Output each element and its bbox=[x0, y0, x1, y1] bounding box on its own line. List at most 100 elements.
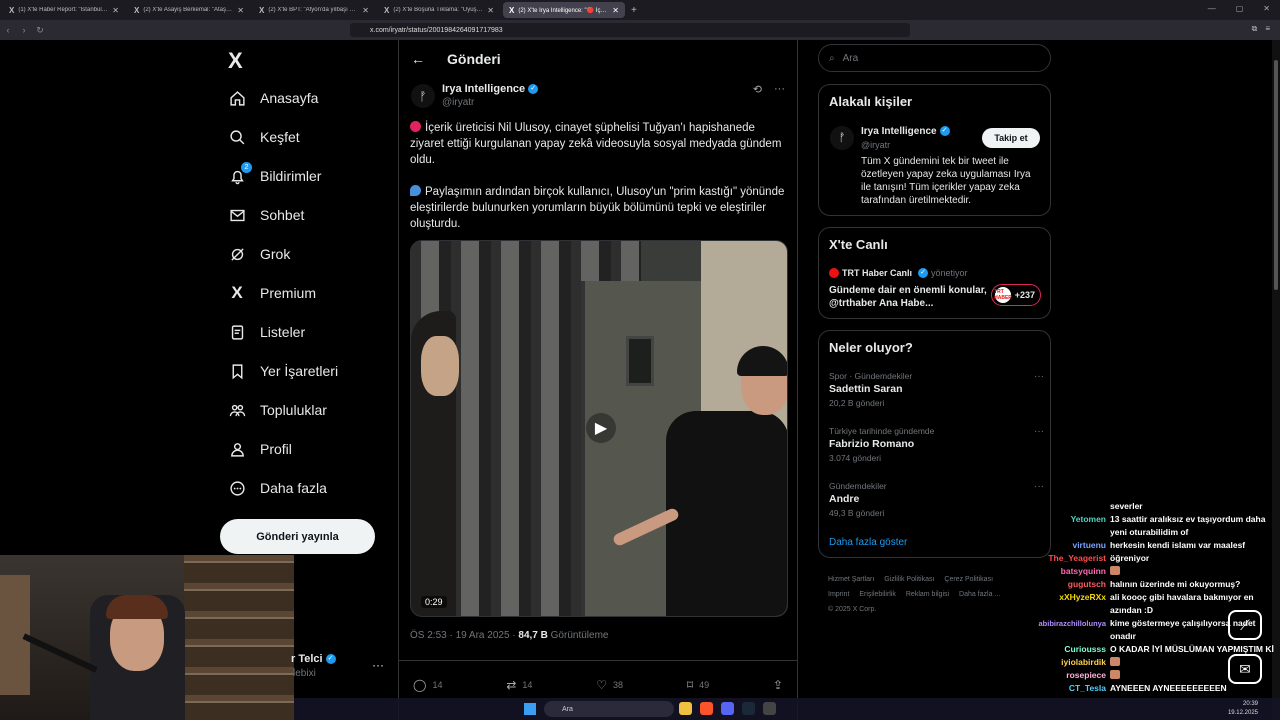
scrollbar-thumb[interactable] bbox=[1274, 60, 1278, 290]
profile-icon bbox=[228, 440, 246, 458]
account-name[interactable]: r Telci ✓ bbox=[291, 653, 336, 665]
related-bio: Tüm X gündemini tek bir tweet ile özetle… bbox=[861, 156, 1031, 206]
play-icon[interactable]: ▶ bbox=[586, 413, 616, 443]
chat-emote-icon bbox=[1110, 670, 1120, 679]
taskbar-search[interactable]: Ara bbox=[544, 701, 674, 717]
author-name[interactable]: Irya Intelligence ✓ bbox=[442, 83, 539, 95]
footer-link[interactable]: Çerez Politikası bbox=[944, 576, 993, 583]
close-icon[interactable]: ✕ bbox=[487, 6, 494, 15]
more-options-icon[interactable]: ··· bbox=[1034, 426, 1044, 437]
post-button[interactable]: Gönderi yayınla bbox=[220, 519, 375, 554]
taskbar-apps bbox=[679, 702, 776, 715]
more-options-icon[interactable]: ··· bbox=[1034, 371, 1044, 382]
chat-message: virtuenu herkesin kendi islamı var maales… bbox=[1072, 540, 1246, 550]
back-arrow-icon[interactable]: ← bbox=[411, 51, 425, 67]
show-more-link[interactable]: Daha fazla göster bbox=[829, 537, 907, 548]
search-input[interactable]: ⌕ Ara bbox=[818, 44, 1051, 72]
browser-tab[interactable]: X(2) X'te Boşuna Tıklama: "Uyuşturucu...… bbox=[378, 2, 500, 18]
more-options-icon[interactable]: ··· bbox=[1034, 481, 1044, 492]
list-icon bbox=[228, 323, 246, 341]
reload-icon[interactable]: ↻ bbox=[32, 25, 48, 36]
live-description[interactable]: Gündeme dair en önemli konular, @trthabe… bbox=[829, 284, 989, 310]
reply-button[interactable]: ◯ 14 bbox=[413, 678, 442, 692]
file-explorer-icon[interactable] bbox=[679, 702, 692, 715]
close-icon[interactable]: ✕ bbox=[362, 6, 369, 15]
trend-item[interactable]: Türkiye tarihinde gündemde Fabrizio Roma… bbox=[829, 426, 1044, 463]
browser-tab[interactable]: X(1) X'te Haber Report: "İstanbul Başa..… bbox=[3, 2, 125, 18]
footer-link[interactable]: Hizmet Şartları bbox=[828, 576, 874, 583]
discord-icon[interactable] bbox=[721, 702, 734, 715]
bookmark-button[interactable]: ⌑ 49 bbox=[687, 678, 709, 692]
nav-item-premium[interactable]: X Premium bbox=[228, 275, 316, 311]
nav-item-lists[interactable]: Listeler bbox=[228, 314, 305, 350]
author-avatar[interactable]: ᚡ bbox=[411, 84, 435, 108]
video-door-window bbox=[626, 336, 654, 386]
trend-item[interactable]: Spor · Gündemdekiler Sadettin Saran 20,2… bbox=[829, 371, 1044, 408]
menu-icon[interactable]: ≡ bbox=[1265, 24, 1270, 34]
nav-label: Anasayfa bbox=[260, 90, 319, 106]
nav-item-notifications[interactable]: 2 Bildirimler bbox=[228, 158, 321, 194]
nav-item-messages[interactable]: Sohbet bbox=[228, 197, 304, 233]
close-window-icon[interactable]: ✕ bbox=[1263, 4, 1270, 13]
related-avatar[interactable]: ᚡ bbox=[830, 126, 854, 150]
close-icon[interactable]: ✕ bbox=[237, 6, 244, 15]
close-icon[interactable]: ✕ bbox=[612, 6, 619, 15]
live-host[interactable]: TRT Haber Canlı ✓ yönetiyor bbox=[829, 268, 968, 278]
os-taskbar: Ara 20:39 19.12.2025 bbox=[294, 698, 1280, 720]
nav-item-communities[interactable]: Topluluklar bbox=[228, 392, 327, 428]
post-header: ← Gönderi bbox=[399, 40, 797, 78]
footer-link[interactable]: Erişilebilirlik bbox=[859, 591, 896, 598]
footer-link[interactable]: Reklam bilgisi bbox=[906, 591, 949, 598]
nav-label: Sohbet bbox=[260, 207, 305, 223]
account-more-icon[interactable]: ··· bbox=[372, 658, 384, 672]
extensions-icon[interactable]: ⧉ bbox=[1252, 24, 1258, 34]
nav-item-bookmarks[interactable]: Yer İşaretleri bbox=[228, 353, 338, 389]
x-favicon-icon: X bbox=[384, 5, 390, 15]
obs-icon[interactable] bbox=[763, 702, 776, 715]
x-logo-icon[interactable]: X bbox=[228, 48, 243, 74]
chat-message: Yetomen 13 saattir aralıksız ev taşıyordu… bbox=[1070, 514, 1266, 537]
browser-tab[interactable]: X(2) X'te Asayiş Berkemal: "Ataşehir'd..… bbox=[128, 2, 250, 18]
footer-link[interactable]: Gizlilik Politikası bbox=[884, 576, 934, 583]
webcam-bookshelf bbox=[184, 555, 294, 720]
brave-browser-icon[interactable] bbox=[700, 702, 713, 715]
browser-tab-active[interactable]: X (2) X'te Irya Intelligence: "🔴 İçe... ✕ bbox=[503, 2, 625, 18]
follow-button[interactable]: Takip et bbox=[982, 128, 1040, 148]
trend-item[interactable]: Gündemdekiler Andre 49,3 B gönderi ··· bbox=[829, 481, 1044, 518]
share-button[interactable]: ⇪ bbox=[773, 678, 783, 692]
more-options-icon[interactable]: ··· bbox=[774, 83, 785, 96]
related-name[interactable]: Irya Intelligence ✓ bbox=[861, 126, 950, 137]
windows-start-icon[interactable] bbox=[524, 703, 536, 715]
grok-float-icon[interactable]: ⟋ bbox=[1228, 610, 1262, 640]
browser-toolbar: ‹ › ↻ x.com/iryatr/status/20019842640917… bbox=[0, 20, 1280, 40]
steam-icon[interactable] bbox=[742, 702, 755, 715]
author-handle[interactable]: @iryatr bbox=[442, 97, 474, 108]
post-video[interactable]: ▶ 0:29 bbox=[410, 240, 788, 617]
nav-label: Yer İşaretleri bbox=[260, 363, 339, 379]
browser-tab[interactable]: X(2) X'te BPT: "Afyon'da yılbaşı gecesi.… bbox=[253, 2, 375, 18]
verified-icon: ✓ bbox=[939, 126, 950, 137]
footer-link[interactable]: Imprint bbox=[828, 591, 849, 598]
live-listeners[interactable]: TRT HABER +237 bbox=[991, 284, 1041, 306]
nav-item-profile[interactable]: Profil bbox=[228, 431, 292, 467]
close-icon[interactable]: ✕ bbox=[112, 6, 119, 15]
maximize-icon[interactable]: ▢ bbox=[1236, 4, 1244, 13]
grok-explain-icon[interactable]: ⟲ bbox=[753, 83, 762, 96]
x-icon: X bbox=[231, 283, 243, 302]
minimize-icon[interactable]: — bbox=[1208, 4, 1216, 13]
nav-item-explore[interactable]: Keşfet bbox=[228, 119, 300, 155]
browser-tab-bar: X(1) X'te Haber Report: "İstanbul Başa..… bbox=[0, 0, 1280, 20]
messages-float-icon[interactable]: ✉ bbox=[1228, 654, 1262, 684]
taskbar-clock[interactable]: 20:39 19.12.2025 bbox=[1228, 700, 1258, 718]
nav-item-more[interactable]: Daha fazla bbox=[228, 470, 327, 506]
back-icon[interactable]: ‹ bbox=[0, 25, 16, 35]
reply-icon: ◯ bbox=[413, 677, 427, 692]
footer-link[interactable]: Daha fazla ... bbox=[959, 591, 1000, 598]
nav-item-grok[interactable]: Grok bbox=[228, 236, 290, 272]
like-button[interactable]: ♡ 38 bbox=[596, 678, 623, 692]
address-bar[interactable]: x.com/iryatr/status/2001984264091717983 bbox=[350, 23, 910, 37]
nav-item-home[interactable]: Anasayfa bbox=[228, 80, 318, 116]
repost-button[interactable]: ⇄ 14 bbox=[506, 678, 532, 692]
forward-icon[interactable]: › bbox=[16, 25, 32, 35]
new-tab-icon[interactable]: + bbox=[631, 5, 637, 16]
